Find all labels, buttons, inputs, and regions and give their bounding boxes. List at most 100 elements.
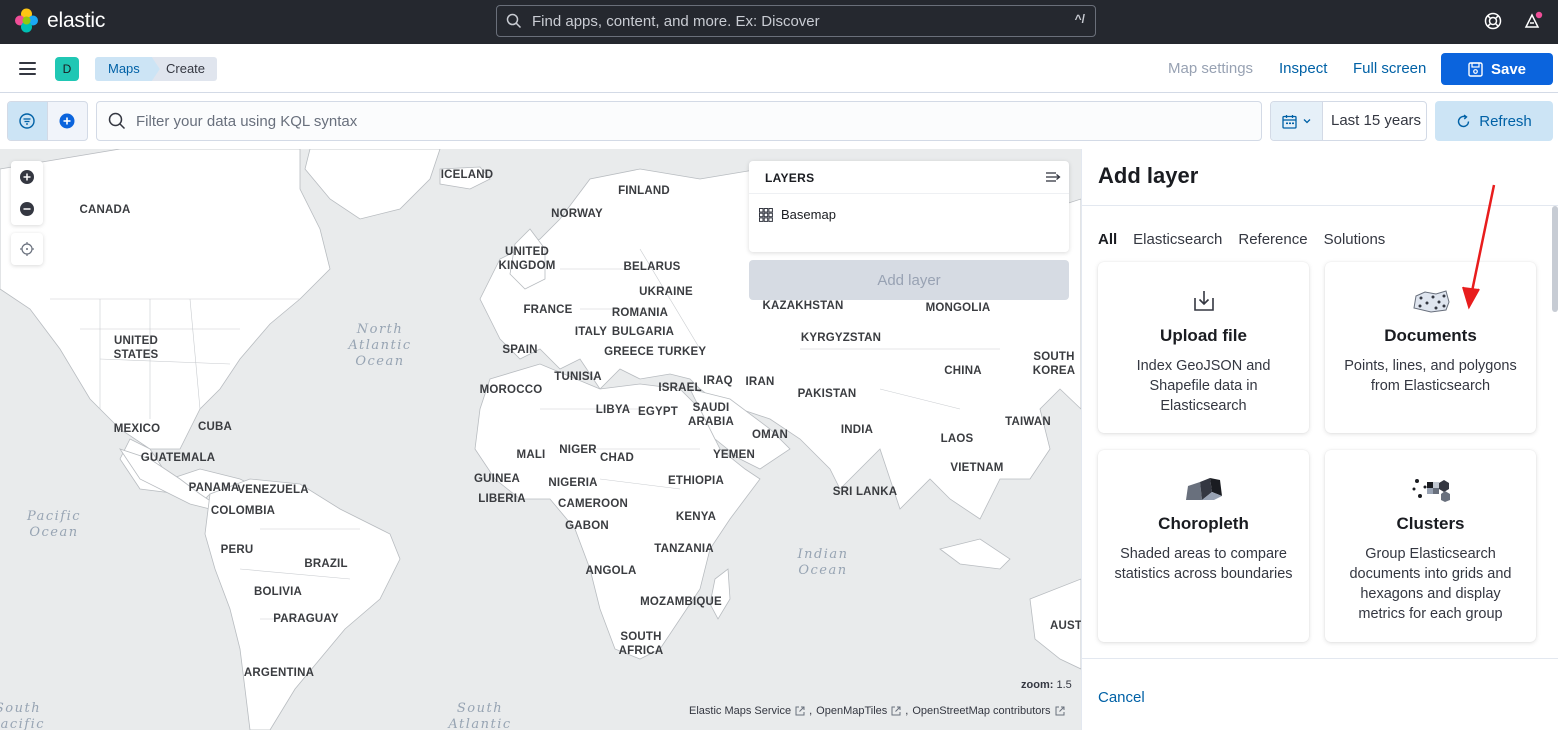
attribution-openmaptiles[interactable]: OpenMapTiles [816, 705, 887, 717]
country-label-brazil: BRAZIL [304, 558, 348, 570]
refresh-button[interactable]: Refresh [1435, 101, 1553, 141]
country-label-venezuela: VENEZUELA [237, 484, 309, 496]
country-label-aust: AUST [1049, 620, 1081, 632]
card-description: Group Elasticsearch documents into grids… [1349, 546, 1512, 622]
country-label-gabon: GABON [565, 520, 609, 532]
inspect-link[interactable]: Inspect [1279, 60, 1327, 77]
card-title: Choropleth [1158, 514, 1249, 533]
zoom-readout: zoom: 1.5 [1021, 679, 1072, 691]
country-label-saudi: SAUDI ARABIA [688, 402, 734, 428]
country-label-nigeria: NIGERIA [548, 477, 598, 489]
elastic-logo[interactable]: elastic [14, 8, 105, 33]
add-filter-button[interactable] [48, 102, 88, 140]
attribution-osm[interactable]: OpenStreetMap contributors [912, 705, 1050, 717]
ocean-label-north-atlantic: North Atlantic Ocean [348, 322, 412, 369]
annotation-arrow-icon [1462, 184, 1496, 310]
country-label-mozambique: MOZAMBIQUE [640, 596, 722, 608]
attribution-ems[interactable]: Elastic Maps Service [689, 705, 791, 717]
country-label-niger: NIGER [559, 444, 597, 456]
save-button[interactable]: Save [1441, 53, 1553, 85]
country-label-france: FRANCE [523, 304, 573, 316]
card-title: Documents [1384, 326, 1477, 345]
country-label-southafrica: SOUTH AFRICA [618, 631, 664, 657]
country-label-tunisia: TUNISIA [554, 371, 602, 383]
ocean-label-indian: Indian Ocean [797, 547, 849, 578]
country-label-vietnam: VIETNAM [950, 462, 1004, 474]
country-label-srilanka: SRI LANKA [832, 486, 898, 498]
card-description: Shaded areas to compare statistics acros… [1114, 546, 1293, 582]
saved-query-button[interactable] [8, 102, 48, 140]
country-label-iceland: ICELAND [440, 169, 494, 181]
layer-control-panel: LAYERS Basemap [749, 161, 1069, 252]
external-link-icon [795, 706, 805, 716]
query-bar: Filter your data using KQL syntax Last 1… [0, 93, 1558, 149]
menu-icon[interactable] [19, 62, 36, 75]
zoom-out-button[interactable] [11, 193, 43, 225]
tab-solutions[interactable]: Solutions [1324, 231, 1386, 248]
country-label-mexico: MEXICO [113, 423, 161, 435]
grid-tile-icon [759, 207, 773, 222]
space-avatar[interactable]: D [55, 57, 79, 81]
tab-elasticsearch[interactable]: Elasticsearch [1133, 231, 1222, 248]
flyout-scrollbar[interactable] [1552, 206, 1558, 312]
card-clusters[interactable]: Clusters Group Elasticsearch documents i… [1325, 450, 1536, 642]
country-label-angola: ANGOLA [585, 565, 637, 577]
kql-search-input[interactable]: Filter your data using KQL syntax [96, 101, 1262, 141]
save-label: Save [1490, 60, 1527, 78]
card-title: Upload file [1160, 326, 1247, 345]
country-label-pakistan: PAKISTAN [797, 388, 857, 400]
card-documents[interactable]: Documents Points, lines, and polygons fr… [1325, 262, 1536, 433]
breadcrumb-maps[interactable]: Maps [95, 57, 160, 81]
cancel-button[interactable]: Cancel [1098, 689, 1145, 706]
news-feed-icon[interactable] [1522, 10, 1544, 32]
full-screen-link[interactable]: Full screen [1353, 60, 1426, 77]
global-header: elastic Find apps, content, and more. Ex… [0, 0, 1558, 44]
help-icon[interactable] [1482, 10, 1504, 32]
global-search-input[interactable]: Find apps, content, and more. Ex: Discov… [496, 5, 1096, 37]
layer-item-basemap[interactable]: Basemap [759, 207, 836, 222]
layer-name: Basemap [781, 207, 836, 222]
country-label-iran: IRAN [745, 376, 775, 388]
country-label-italy: ITALY [574, 326, 608, 338]
flyout-footer: Cancel [1082, 658, 1558, 730]
upload-icon [1098, 284, 1309, 318]
tab-reference[interactable]: Reference [1238, 231, 1307, 248]
country-label-paraguay: PARAGUAY [273, 613, 339, 625]
country-label-spain: SPAIN [502, 344, 538, 356]
country-label-israel: ISRAEL [658, 382, 702, 394]
map-canvas[interactable]: ICELAND FINLAND CANADA NORWAY UNITED KINGDOM… [0, 149, 1081, 730]
country-label-norway: NORWAY [551, 208, 603, 220]
zoom-in-button[interactable] [11, 161, 43, 193]
country-label-kyrgyzstan: KYRGYZSTAN [800, 332, 882, 344]
time-range-label[interactable]: Last 15 years [1323, 102, 1421, 140]
flyout-title: Add layer [1098, 163, 1199, 188]
country-label-turkey: TURKEY [657, 346, 707, 358]
tab-all[interactable]: All [1098, 231, 1117, 248]
country-label-guinea: GUINEA [474, 473, 520, 485]
kql-placeholder: Filter your data using KQL syntax [136, 112, 358, 130]
card-description: Index GeoJSON and Shapefile data in Elas… [1136, 358, 1271, 414]
card-choropleth[interactable]: Choropleth Shaded areas to compare stati… [1098, 450, 1309, 642]
country-label-chad: CHAD [599, 452, 635, 464]
country-label-ethiopia: ETHIOPIA [668, 475, 724, 487]
quick-menu-button[interactable] [1271, 102, 1323, 140]
add-layer-button[interactable]: Add layer [749, 260, 1069, 300]
time-picker[interactable]: Last 15 years [1270, 101, 1427, 141]
layer-type-tabs: All Elasticsearch Reference Solutions [1098, 231, 1385, 248]
country-label-peru: PERU [220, 544, 254, 556]
country-label-liberia: LIBERIA [478, 493, 526, 505]
country-label-bolivia: BOLIVIA [253, 586, 303, 598]
country-label-oman: OMAN [752, 429, 788, 441]
set-view-button[interactable] [11, 233, 43, 265]
card-title: Clusters [1396, 514, 1465, 533]
search-icon [506, 13, 522, 29]
zoom-controls [11, 161, 43, 225]
country-label-romania: ROMANIA [611, 307, 669, 319]
country-label-southkorea: SOUTH KOREA [1032, 351, 1076, 377]
card-upload-file[interactable]: Upload file Index GeoJSON and Shapefile … [1098, 262, 1309, 433]
refresh-label: Refresh [1479, 112, 1532, 130]
map-settings-link[interactable]: Map settings [1168, 60, 1253, 77]
calendar-icon [1281, 114, 1297, 129]
collapse-layers-icon[interactable] [1045, 170, 1061, 189]
country-label-ukraine: UKRAINE [639, 286, 693, 298]
